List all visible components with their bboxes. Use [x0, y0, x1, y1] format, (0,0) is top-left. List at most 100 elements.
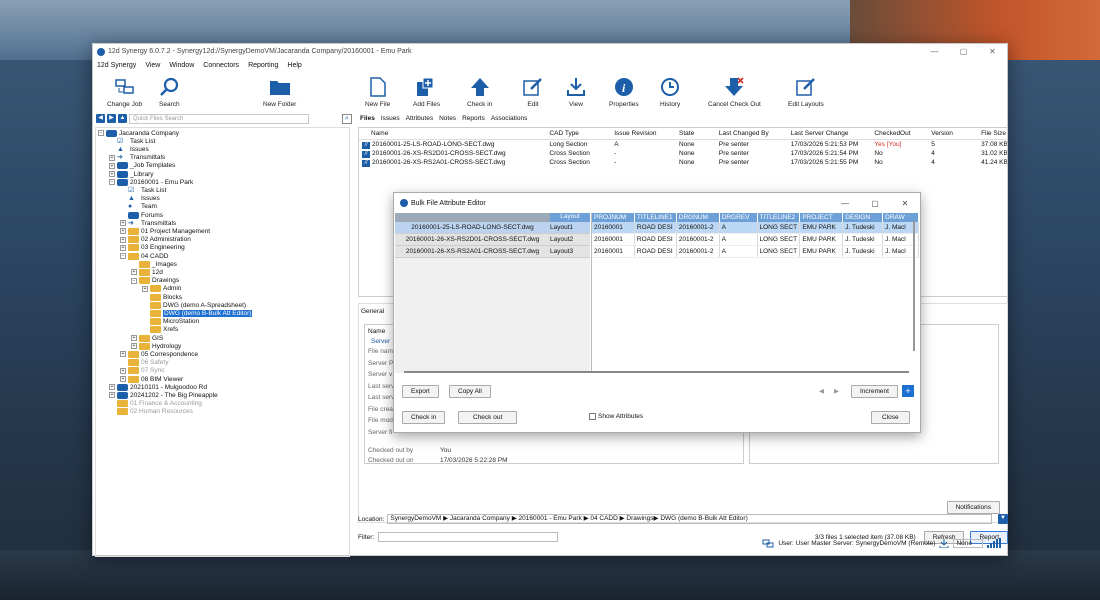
copy-all-button[interactable]: Copy All: [449, 385, 491, 398]
menu-view[interactable]: View: [145, 62, 160, 69]
expand-toggle[interactable]: +: [120, 220, 126, 227]
properties-button[interactable]: i Properties: [609, 75, 639, 108]
tree-node[interactable]: Xrefs: [142, 326, 178, 334]
dialog-file-row[interactable]: 20160001-26-XS-RS2D01-CROSS-SECT.dwg Layo…: [395, 234, 590, 246]
tree-node[interactable]: +20210101 - Mulgoodoo Rd: [109, 383, 207, 391]
expand-toggle[interactable]: +: [131, 343, 137, 350]
attribute-cell[interactable]: A: [720, 234, 758, 245]
expand-toggle[interactable]: −: [131, 277, 137, 284]
tree-node[interactable]: ▲ Issues: [109, 145, 149, 153]
attribute-cell[interactable]: J. Tudeski: [843, 234, 884, 245]
cancel-checkout-button[interactable]: Cancel Check Out: [708, 75, 761, 108]
dialog-close-x-button[interactable]: ✕: [890, 199, 920, 208]
expand-toggle[interactable]: +: [120, 351, 126, 358]
tree-node[interactable]: +02 Administration: [120, 236, 191, 244]
new-folder-button[interactable]: New Folder: [263, 75, 296, 108]
attribute-cell[interactable]: 20160001: [592, 222, 635, 233]
column-header[interactable]: Issue Revision: [611, 130, 676, 137]
prev-arrow-icon[interactable]: ◀: [819, 387, 824, 395]
tree-node[interactable]: − Jacaranda Company: [98, 129, 179, 137]
tree-node[interactable]: 02 Human Resources: [109, 408, 193, 416]
dialog-check-in-button[interactable]: Check in: [402, 411, 446, 424]
new-file-button[interactable]: New File: [365, 75, 390, 108]
quick-search-icon[interactable]: ⌕: [342, 113, 352, 124]
attribute-column-header[interactable]: TITLELINE2: [758, 213, 801, 222]
tree-node[interactable]: ▲ Issues: [120, 195, 160, 203]
add-increment-icon[interactable]: +: [902, 385, 914, 397]
menu-reporting[interactable]: Reporting: [248, 62, 278, 69]
attribute-cell[interactable]: EMU PARK: [800, 222, 844, 233]
attribute-cell[interactable]: EMU PARK: [800, 246, 844, 257]
attribute-cell[interactable]: LONG SECT: [758, 222, 801, 233]
column-header[interactable]: Last Changed By: [716, 130, 788, 137]
tree-node[interactable]: + Hydrology: [131, 342, 181, 350]
attribute-cell[interactable]: ROAD DESI: [635, 246, 677, 257]
column-header[interactable]: CheckedOut: [871, 130, 928, 137]
attribute-column-header[interactable]: PROJNUM: [592, 213, 635, 222]
tree-node[interactable]: MicroStation: [142, 318, 199, 326]
tab-issues[interactable]: Issues: [381, 115, 400, 122]
edit-layouts-button[interactable]: Edit Layouts: [788, 75, 824, 108]
maximize-button[interactable]: ▢: [949, 47, 978, 56]
table-row[interactable]: //20160001-25-LS-ROAD-LONG-SECT.dwg Long …: [359, 140, 1007, 149]
tree-node[interactable]: +12d: [131, 268, 163, 276]
menu-help[interactable]: Help: [287, 62, 301, 69]
increment-button[interactable]: Increment: [851, 385, 898, 398]
expand-toggle[interactable]: +: [120, 367, 126, 374]
expand-toggle[interactable]: +: [109, 171, 115, 177]
horizontal-scrollbar[interactable]: [404, 371, 909, 373]
expand-toggle[interactable]: +: [109, 162, 115, 169]
attribute-cell[interactable]: LONG SECT: [758, 246, 801, 257]
column-header[interactable]: Name: [359, 130, 546, 137]
table-row[interactable]: //20160001-26-XS-RS2A01-CROSS-SECT.dwg Cr…: [359, 158, 1007, 167]
export-button[interactable]: Export: [402, 385, 439, 398]
tree-node[interactable]: Blocks: [142, 293, 182, 301]
forward-button[interactable]: ▶: [107, 114, 116, 123]
attribute-column-header[interactable]: TITLELINE1: [635, 213, 677, 222]
attribute-cell[interactable]: 20160001-2: [677, 234, 720, 245]
attribute-cell[interactable]: 20160001: [592, 246, 635, 257]
history-button[interactable]: History: [660, 75, 680, 108]
change-job-button[interactable]: Change Job: [107, 75, 142, 108]
tab-reports[interactable]: Reports: [462, 115, 485, 122]
dialog-close-button[interactable]: Close: [871, 411, 910, 424]
column-header[interactable]: File Size: [978, 130, 1007, 137]
tab-files[interactable]: Files: [360, 115, 375, 122]
column-header[interactable]: Last Server Change: [788, 130, 872, 137]
tree-node[interactable]: + Admin: [142, 285, 181, 293]
tree-node[interactable]: DWG (demo A-Spreadsheet): [142, 301, 246, 309]
expand-toggle[interactable]: +: [120, 228, 126, 235]
tree-node[interactable]: DWG (demo B-Bulk Att Editor): [142, 309, 253, 317]
dialog-maximize-button[interactable]: ▢: [860, 199, 890, 208]
tree-node[interactable]: +07 Sync: [120, 367, 165, 375]
attribute-column-header[interactable]: DRGREV: [720, 213, 758, 222]
back-button[interactable]: ◀: [96, 114, 105, 123]
menu-connectors[interactable]: Connectors: [203, 62, 239, 69]
expand-toggle[interactable]: −: [120, 253, 126, 259]
edit-button[interactable]: Edit: [523, 75, 543, 108]
tree-node[interactable]: ☑ Task List: [120, 186, 166, 194]
menu-window[interactable]: Window: [169, 62, 194, 69]
tree-node[interactable]: ● Team: [120, 203, 157, 211]
close-button[interactable]: ✕: [978, 47, 1007, 56]
tree-node[interactable]: ☑ Task List: [109, 137, 155, 145]
tree-node[interactable]: 01 Finance & Accounting: [109, 400, 202, 408]
expand-toggle[interactable]: +: [120, 236, 126, 243]
expand-toggle[interactable]: +: [131, 335, 137, 341]
attribute-column-header[interactable]: DRGNUM: [677, 213, 720, 222]
tree-node[interactable]: − Drawings: [131, 277, 179, 285]
expand-toggle[interactable]: +: [109, 392, 115, 399]
expand-toggle[interactable]: −: [98, 130, 104, 136]
tree-node[interactable]: + GIS: [131, 334, 163, 342]
attribute-cell[interactable]: 20160001: [592, 234, 635, 245]
tree-node[interactable]: +01 Project Management: [120, 227, 210, 235]
expand-toggle[interactable]: +: [131, 269, 137, 276]
tree-node[interactable]: Forums: [120, 211, 163, 219]
tab-attributes[interactable]: Attributes: [406, 115, 433, 122]
tab-notes[interactable]: Notes: [439, 115, 456, 122]
expand-toggle[interactable]: +: [109, 154, 115, 161]
tree-node[interactable]: +20241202 - The Big Pineapple: [109, 391, 218, 399]
attribute-cell[interactable]: A: [720, 246, 758, 257]
tree-node[interactable]: + _Library: [109, 170, 153, 178]
location-dropdown-icon[interactable]: ▼: [998, 514, 1008, 524]
